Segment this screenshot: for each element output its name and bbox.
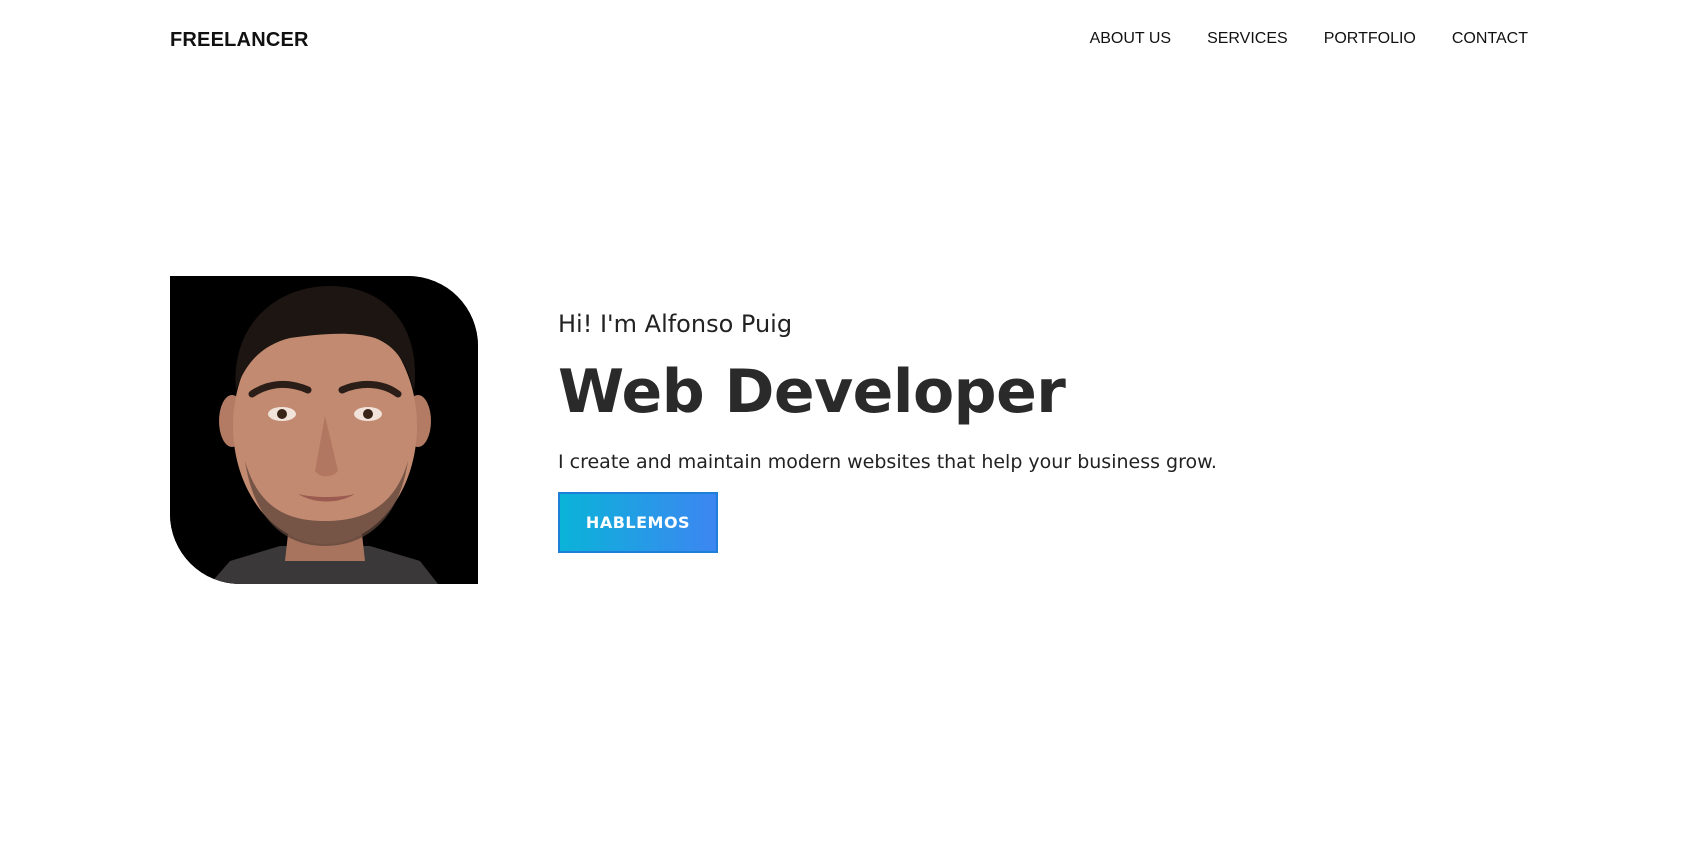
profile-photo (170, 276, 478, 584)
portrait-icon (170, 276, 478, 584)
hero-headline: Web Developer (558, 356, 1066, 427)
nav-item-services[interactable]: SERVICES (1207, 30, 1288, 48)
main-nav: ABOUT US SERVICES PORTFOLIO CONTACT (1090, 30, 1528, 48)
site-logo[interactable]: FREELANCER (170, 29, 309, 52)
page: FREELANCER ABOUT US SERVICES PORTFOLIO C… (0, 0, 1683, 851)
hablemos-button[interactable]: HABLEMOS (558, 492, 718, 554)
nav-item-contact[interactable]: CONTACT (1452, 30, 1528, 48)
hero-tagline: I create and maintain modern websites th… (558, 450, 1217, 473)
hero-section: Hi! I'm Alfonso Puig Web Developer I cre… (558, 310, 1458, 554)
site-header: FREELANCER ABOUT US SERVICES PORTFOLIO C… (0, 0, 1683, 85)
hero-greeting: Hi! I'm Alfonso Puig (558, 310, 793, 338)
nav-item-portfolio[interactable]: PORTFOLIO (1324, 30, 1416, 48)
nav-item-about-us[interactable]: ABOUT US (1090, 30, 1172, 48)
